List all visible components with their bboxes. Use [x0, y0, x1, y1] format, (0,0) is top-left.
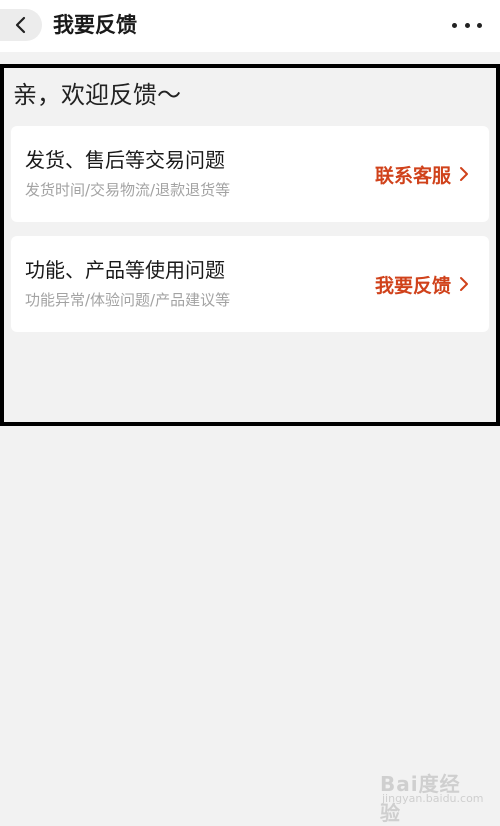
watermark-logo: Bai度经验 jingyan.baidu.com: [380, 766, 484, 825]
more-button[interactable]: [452, 14, 482, 36]
header-spacer: [0, 52, 500, 62]
more-dot: [452, 22, 457, 28]
card-subtitle: 功能异常/体验问题/产品建议等: [25, 291, 231, 309]
chevron-left-icon: [14, 16, 28, 34]
chevron-right-icon: [459, 276, 469, 292]
watermark-sub: jingyan.baidu.com: [382, 792, 484, 805]
card-action-label: 我要反馈: [374, 274, 451, 297]
chevron-right-icon: [459, 166, 469, 182]
more-dot: [477, 22, 482, 28]
more-dot: [464, 22, 470, 28]
usage-issue-card[interactable]: 功能、产品等使用问题 功能异常/体验问题/产品建议等 我要反馈: [11, 236, 489, 332]
submit-feedback-link[interactable]: 我要反馈: [375, 270, 469, 298]
card-title: 发货、售后等交易问题: [25, 148, 225, 172]
feedback-panel: 亲，欢迎反馈～ 发货、售后等交易问题 发货时间/交易物流/退款退货等 联系客服 …: [0, 64, 500, 426]
card-title: 功能、产品等使用问题: [25, 258, 225, 282]
page-title: 我要反馈: [53, 13, 137, 37]
top-bar: 我要反馈: [0, 0, 500, 52]
back-button[interactable]: [0, 9, 42, 41]
contact-service-link[interactable]: 联系客服: [375, 160, 469, 188]
greeting-text: 亲，欢迎反馈～: [13, 81, 181, 109]
trade-issue-card[interactable]: 发货、售后等交易问题 发货时间/交易物流/退款退货等 联系客服: [11, 126, 489, 222]
card-subtitle: 发货时间/交易物流/退款退货等: [25, 181, 231, 199]
card-action-label: 联系客服: [374, 164, 451, 187]
